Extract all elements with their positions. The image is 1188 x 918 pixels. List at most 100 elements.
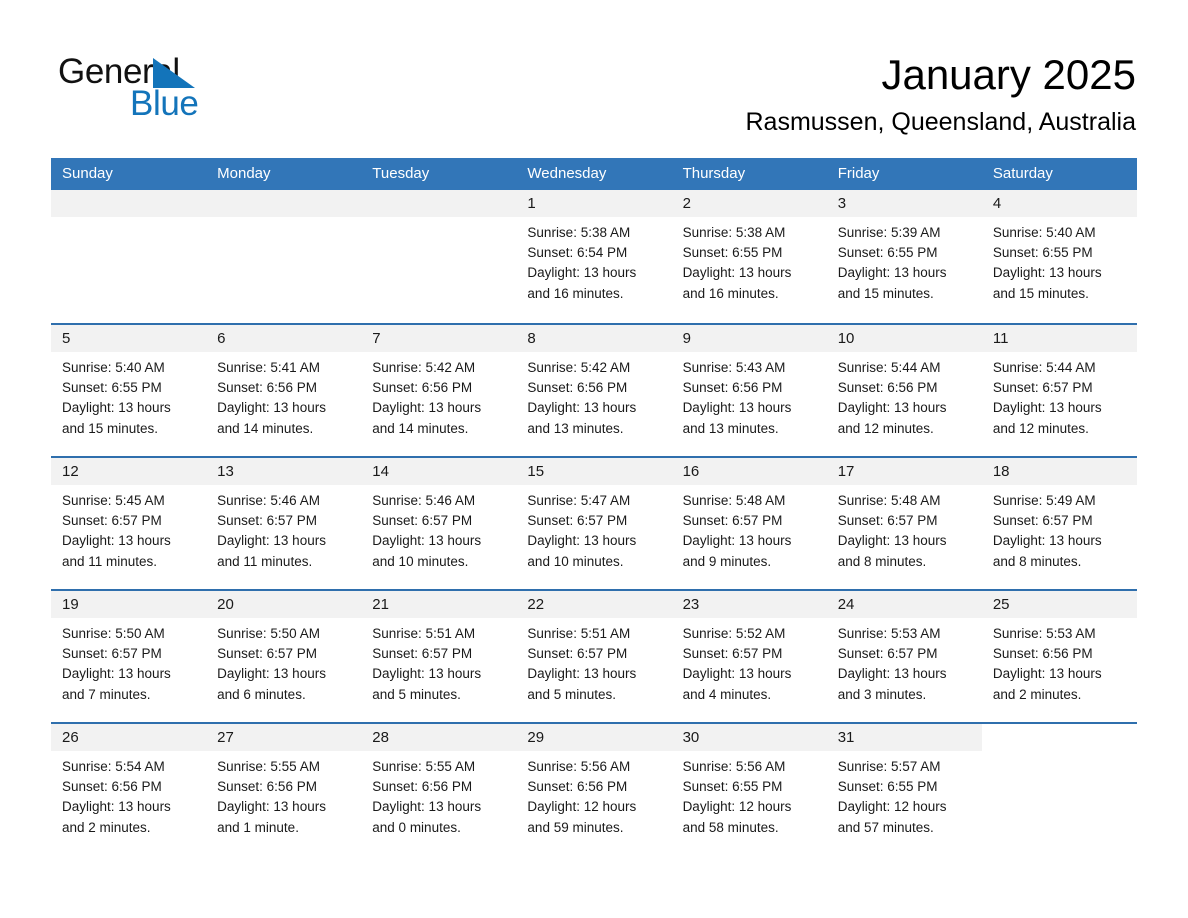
day-number-band: 22 <box>516 591 672 618</box>
calendar-day-cell[interactable]: 22 Sunrise: 5:51 AM Sunset: 6:57 PM Dayligh… <box>516 591 672 722</box>
calendar-day-cell[interactable]: 29 Sunrise: 5:56 AM Sunset: 6:56 PM Dayligh… <box>516 724 672 855</box>
day-info-line: and 2 minutes. <box>62 819 151 835</box>
day-info-line: Sunrise: 5:46 AM <box>372 493 476 508</box>
day-number-band: 12 <box>51 458 207 485</box>
day-info-line: Daylight: 12 hours <box>837 799 947 815</box>
day-info-line: Sunset: 6:57 PM <box>372 513 473 529</box>
calendar-day-cell[interactable]: 4 Sunrise: 5:40 AM Sunset: 6:55 PM Daylight… <box>981 190 1137 323</box>
calendar-day-cell[interactable]: 14 Sunrise: 5:46 AM Sunset: 6:57 PM Dayligh… <box>361 458 517 589</box>
day-number-band: 13 <box>206 458 362 485</box>
day-info-line: Sunset: 6:57 PM <box>837 513 938 529</box>
calendar-day-cell[interactable]: 2 Sunrise: 5:38 AM Sunset: 6:55 PM Daylight… <box>671 190 827 323</box>
calendar-day-cell[interactable]: 10 Sunrise: 5:44 AM Sunset: 6:56 PM Dayligh… <box>826 325 982 456</box>
day-number-band: 1 <box>516 190 672 217</box>
day-info-line: and 3 minutes. <box>837 686 927 702</box>
day-info-line: and 59 minutes. <box>527 819 624 835</box>
calendar-day-cell[interactable]: 15 Sunrise: 5:47 AM Sunset: 6:57 PM Dayligh… <box>516 458 672 589</box>
calendar-day-cell[interactable]: 7 Sunrise: 5:42 AM Sunset: 6:56 PM Daylight… <box>361 325 517 456</box>
calendar-day-cell[interactable]: 23 Sunrise: 5:52 AM Sunset: 6:57 PM Dayligh… <box>671 591 827 722</box>
calendar-day-cell[interactable]: 5 Sunrise: 5:40 AM Sunset: 6:55 PM Daylight… <box>51 325 207 456</box>
day-info-line: Daylight: 13 hours <box>992 666 1102 682</box>
calendar-day-cell[interactable]: 13 Sunrise: 5:46 AM Sunset: 6:57 PM Dayligh… <box>206 458 362 589</box>
calendar-day-cell[interactable]: 9 Sunrise: 5:43 AM Sunset: 6:56 PM Daylight… <box>671 325 827 456</box>
day-sun-info <box>361 217 516 223</box>
day-number-band: 4 <box>981 190 1137 217</box>
day-number-band: 25 <box>981 591 1137 618</box>
calendar-day-cell[interactable]: 24 Sunrise: 5:53 AM Sunset: 6:57 PM Dayligh… <box>826 591 982 722</box>
day-info-line: and 15 minutes. <box>837 285 934 301</box>
day-sun-info: Sunrise: 5:48 AM Sunset: 6:57 PM Daylight:… <box>672 485 827 572</box>
day-number-band: 17 <box>826 458 982 485</box>
day-info-line: Sunset: 6:57 PM <box>62 646 162 662</box>
day-info-line: Sunset: 6:55 PM <box>682 779 783 795</box>
day-info-line: Daylight: 13 hours <box>682 265 792 281</box>
day-number-band: 26 <box>51 724 207 751</box>
day-info-line: Sunrise: 5:43 AM <box>682 360 786 375</box>
day-sun-info: Sunrise: 5:39 AM Sunset: 6:55 PM Daylight:… <box>827 217 982 304</box>
day-number: 29 <box>527 729 545 746</box>
calendar-day-cell[interactable]: 26 Sunrise: 5:54 AM Sunset: 6:56 PM Dayligh… <box>51 724 207 855</box>
day-number: 12 <box>62 463 79 480</box>
day-number: 28 <box>372 729 389 746</box>
day-number-band: 2 <box>671 190 827 217</box>
day-sun-info: Sunrise: 5:42 AM Sunset: 6:56 PM Daylight:… <box>361 352 516 439</box>
general-blue-logo[interactable]: General Blue <box>58 52 278 124</box>
day-info-line: Sunset: 6:56 PM <box>217 380 317 396</box>
day-number-band: 7 <box>361 325 517 352</box>
day-sun-info: Sunrise: 5:53 AM Sunset: 6:57 PM Daylight:… <box>827 618 982 705</box>
calendar-day-cell[interactable]: 11 Sunrise: 5:44 AM Sunset: 6:57 PM Dayligh… <box>981 325 1137 456</box>
day-info-line: and 14 minutes. <box>372 420 469 436</box>
day-info-line: Daylight: 13 hours <box>682 666 792 682</box>
day-sun-info: Sunrise: 5:51 AM Sunset: 6:57 PM Daylight:… <box>361 618 516 705</box>
day-info-line: Daylight: 13 hours <box>837 666 947 682</box>
day-number-band: 5 <box>51 325 207 352</box>
calendar-day-cell-empty <box>206 190 362 323</box>
day-info-line: and 12 minutes. <box>837 420 934 436</box>
calendar-day-cell[interactable]: 16 Sunrise: 5:48 AM Sunset: 6:57 PM Dayligh… <box>671 458 827 589</box>
day-info-line: and 14 minutes. <box>217 420 314 436</box>
day-info-line: and 16 minutes. <box>527 285 624 301</box>
day-number: 2 <box>682 195 691 212</box>
day-number-band: 11 <box>981 325 1137 352</box>
calendar-day-cell[interactable]: 3 Sunrise: 5:39 AM Sunset: 6:55 PM Daylight… <box>826 190 982 323</box>
calendar-day-cell[interactable]: 12 Sunrise: 5:45 AM Sunset: 6:57 PM Dayligh… <box>51 458 207 589</box>
calendar-day-cell[interactable]: 28 Sunrise: 5:55 AM Sunset: 6:56 PM Dayligh… <box>361 724 517 855</box>
calendar-day-cell[interactable]: 19 Sunrise: 5:50 AM Sunset: 6:57 PM Dayligh… <box>51 591 207 722</box>
day-info-line: and 58 minutes. <box>682 819 779 835</box>
calendar-day-cell[interactable]: 20 Sunrise: 5:50 AM Sunset: 6:57 PM Dayligh… <box>206 591 362 722</box>
day-info-line: Daylight: 13 hours <box>217 400 326 416</box>
calendar-day-cell[interactable]: 25 Sunrise: 5:53 AM Sunset: 6:56 PM Dayligh… <box>981 591 1137 722</box>
calendar-day-cell[interactable]: 27 Sunrise: 5:55 AM Sunset: 6:56 PM Dayligh… <box>206 724 362 855</box>
calendar-day-cell[interactable]: 21 Sunrise: 5:51 AM Sunset: 6:57 PM Dayligh… <box>361 591 517 722</box>
day-info-line: Sunrise: 5:44 AM <box>992 360 1096 375</box>
day-info-line: Sunset: 6:57 PM <box>217 646 317 662</box>
day-sun-info: Sunrise: 5:55 AM Sunset: 6:56 PM Daylight:… <box>206 751 361 838</box>
day-number-band <box>361 190 517 217</box>
day-sun-info: Sunrise: 5:38 AM Sunset: 6:55 PM Daylight:… <box>672 217 827 304</box>
day-number: 13 <box>217 463 234 480</box>
day-info-line: Daylight: 13 hours <box>62 533 171 549</box>
day-number: 16 <box>682 463 700 480</box>
day-info-line: Sunset: 6:55 PM <box>837 245 938 261</box>
page-header: General Blue January 2025 Rasmussen, Que… <box>0 0 1188 158</box>
day-number-band: 9 <box>671 325 827 352</box>
calendar-day-cell[interactable]: 31 Sunrise: 5:57 AM Sunset: 6:55 PM Dayligh… <box>826 724 982 855</box>
calendar-day-cell[interactable]: 18 Sunrise: 5:49 AM Sunset: 6:57 PM Dayligh… <box>981 458 1137 589</box>
calendar-day-cell[interactable]: 8 Sunrise: 5:42 AM Sunset: 6:56 PM Daylight… <box>516 325 672 456</box>
day-info-line: and 0 minutes. <box>372 819 461 835</box>
day-info-line: Daylight: 13 hours <box>682 533 792 549</box>
day-info-line: Sunset: 6:55 PM <box>992 245 1093 261</box>
day-info-line: Daylight: 13 hours <box>992 265 1102 281</box>
day-number-band: 15 <box>516 458 672 485</box>
day-number: 19 <box>62 596 79 613</box>
calendar-day-cell[interactable]: 30 Sunrise: 5:56 AM Sunset: 6:55 PM Dayligh… <box>671 724 827 855</box>
calendar-day-cell[interactable]: 6 Sunrise: 5:41 AM Sunset: 6:56 PM Daylight… <box>206 325 362 456</box>
day-number-band: 19 <box>51 591 207 618</box>
day-number-band <box>206 190 362 217</box>
calendar-week-row: 1 Sunrise: 5:38 AM Sunset: 6:54 PM Daylight… <box>51 190 1137 323</box>
day-info-line: Daylight: 13 hours <box>527 666 637 682</box>
calendar-day-cell[interactable]: 1 Sunrise: 5:38 AM Sunset: 6:54 PM Daylight… <box>516 190 672 323</box>
calendar-day-cell[interactable]: 17 Sunrise: 5:48 AM Sunset: 6:57 PM Dayligh… <box>826 458 982 589</box>
day-sun-info: Sunrise: 5:51 AM Sunset: 6:57 PM Daylight:… <box>516 618 671 705</box>
day-info-line: Sunrise: 5:38 AM <box>527 225 631 240</box>
